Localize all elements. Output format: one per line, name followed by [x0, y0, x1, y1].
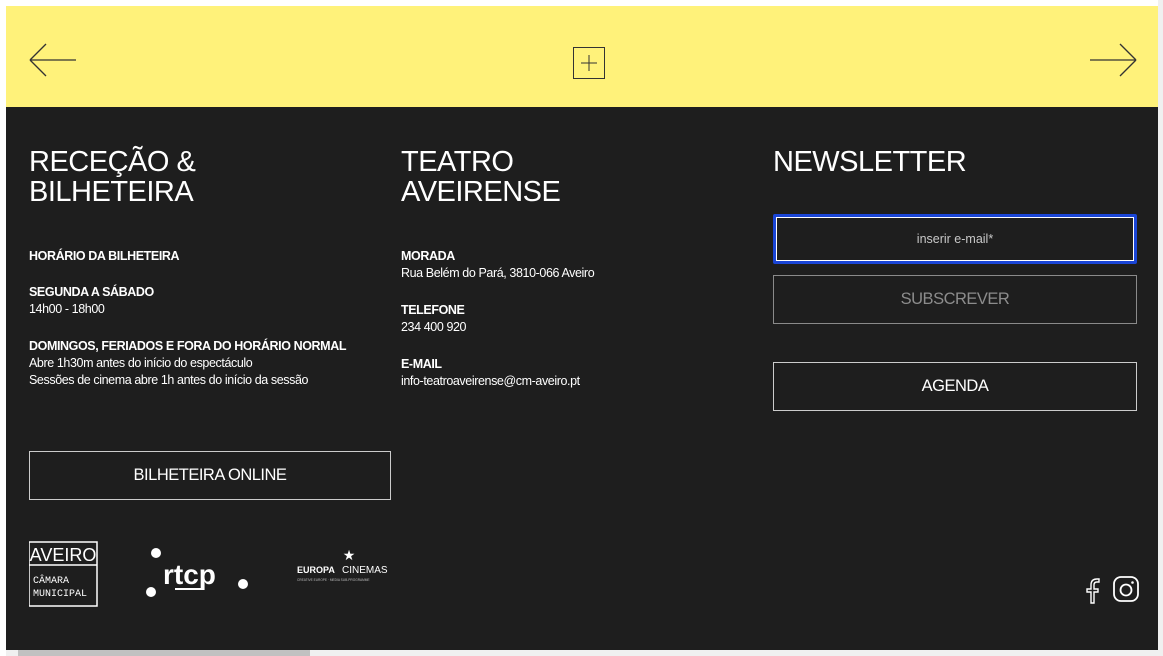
- facebook-icon[interactable]: [1084, 575, 1104, 605]
- reception-column: RECEÇÃO & BILHETEIRA HORÁRIO DA BILHETEI…: [29, 146, 399, 500]
- svg-text:rtcp: rtcp: [163, 559, 216, 590]
- phone-block: TELEFONE 234 400 920: [401, 303, 467, 334]
- reception-title: RECEÇÃO & BILHETEIRA: [29, 146, 196, 208]
- slider-nav-bar: [6, 6, 1158, 107]
- partner-logos-graphic: AVEIRO CÂMARA MUNICIPAL rtcp ★ EUROPA CI…: [28, 541, 388, 607]
- arrow-left-icon[interactable]: [28, 43, 78, 77]
- social-links: [1084, 575, 1140, 605]
- theatre-column: TEATRO AVEIRENSE MORADA Rua Belém do Par…: [401, 146, 761, 388]
- weekday-hours: SEGUNDA A SÁBADO 14h00 - 18h00: [29, 285, 154, 316]
- svg-text:EUROPA: EUROPA: [297, 565, 335, 575]
- newsletter-title: NEWSLETTER: [773, 146, 967, 178]
- plus-icon: [581, 55, 597, 71]
- scrollbar-thumb[interactable]: [18, 650, 310, 656]
- svg-text:AVEIRO: AVEIRO: [30, 545, 97, 565]
- agenda-button[interactable]: AGENDA: [773, 362, 1137, 411]
- arrow-right-icon[interactable]: [1088, 43, 1138, 77]
- svg-text:CREATIVE EUROPE · MEDIA SUB-PR: CREATIVE EUROPE · MEDIA SUB-PROGRAMME: [297, 578, 370, 582]
- instagram-icon[interactable]: [1112, 575, 1140, 603]
- horizontal-scrollbar[interactable]: [6, 650, 1158, 656]
- email-block: E-MAIL info-teatroaveirense@cm-aveiro.pt: [401, 357, 580, 390]
- weekend-hours: DOMINGOS, FERIADOS E FORA DO HORÁRIO NOR…: [29, 339, 347, 387]
- europa-cinemas-logo[interactable]: ★ EUROPA CINEMAS CREATIVE EUROPE · MEDIA…: [297, 548, 388, 582]
- online-box-office-button[interactable]: BILHETEIRA ONLINE: [29, 451, 391, 500]
- rtcp-logo[interactable]: rtcp: [146, 548, 248, 597]
- newsletter-column: NEWSLETTER SUBSCREVER AGENDA: [773, 146, 1137, 411]
- svg-text:CÂMARA: CÂMARA: [33, 573, 69, 587]
- vertical-scrollbar-track[interactable]: [1158, 0, 1163, 656]
- svg-text:CINEMAS: CINEMAS: [342, 565, 388, 576]
- site-footer: RECEÇÃO & BILHETEIRA HORÁRIO DA BILHETEI…: [6, 107, 1158, 650]
- expand-button[interactable]: [573, 47, 605, 79]
- newsletter-email-input[interactable]: [773, 214, 1137, 264]
- box-office-hours-title: HORÁRIO DA BILHETEIRA: [29, 249, 180, 263]
- svg-text:MUNICIPAL: MUNICIPAL: [33, 589, 87, 600]
- email-link[interactable]: info-teatroaveirense@cm-aveiro.pt: [401, 373, 580, 390]
- theatre-title: TEATRO AVEIRENSE: [401, 146, 561, 208]
- svg-text:★: ★: [343, 548, 356, 564]
- aveiro-logo[interactable]: AVEIRO CÂMARA MUNICIPAL: [28, 541, 98, 607]
- address-block: MORADA Rua Belém do Pará, 3810-066 Aveir…: [401, 249, 595, 280]
- subscribe-button[interactable]: SUBSCREVER: [773, 275, 1137, 324]
- partner-logos: AVEIRO CÂMARA MUNICIPAL rtcp ★ EUROPA CI…: [28, 532, 429, 617]
